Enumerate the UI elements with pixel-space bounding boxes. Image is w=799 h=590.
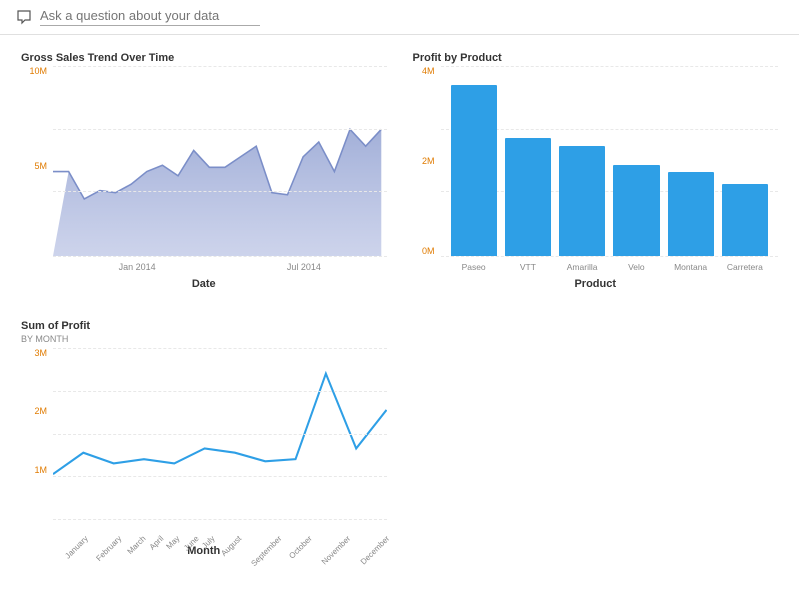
- chat-icon: [16, 9, 32, 25]
- grid-line-mid1: [53, 129, 387, 130]
- line-grid-q1: [53, 391, 387, 392]
- bar-x-axis: Paseo VTT Amarilla Velo Montana Carreter…: [441, 258, 779, 276]
- bar-grid-bottom: [441, 256, 779, 257]
- gross-sales-title: Gross Sales Trend Over Time: [21, 52, 387, 64]
- bar-label-velo: Velo: [613, 262, 659, 272]
- bar-label-amarilla: Amarilla: [559, 262, 605, 272]
- grid-line-mid2: [53, 191, 387, 192]
- line-grid-top: [53, 348, 387, 349]
- bar-y-0m: 0M: [413, 246, 435, 256]
- line-chart-container: 3M 2M 1M January February March: [21, 348, 387, 543]
- bar-chart-container: 4M 2M 0M: [413, 66, 779, 276]
- bar-montana-rect: [668, 172, 714, 256]
- gross-sales-y-axis: 10M 5M: [21, 66, 49, 256]
- line-y-1m: 1M: [21, 465, 47, 475]
- bar-vtt: [505, 66, 551, 256]
- top-bar: [0, 0, 799, 35]
- y-label-10m: 10M: [21, 66, 47, 76]
- bar-y-4m: 4M: [413, 66, 435, 76]
- line-y-3m: 3M: [21, 348, 47, 358]
- line-chart-area: [53, 348, 387, 519]
- bar-velo: [613, 66, 659, 256]
- bar-paseo: [451, 66, 497, 256]
- bar-montana: [668, 66, 714, 256]
- area-chart-container: 10M 5M: [21, 66, 387, 276]
- sum-of-profit-subtitle: BY MONTH: [21, 334, 387, 344]
- profit-by-product-title: Profit by Product: [413, 52, 779, 64]
- bar-velo-rect: [613, 165, 659, 256]
- grid-line-top: [53, 66, 387, 67]
- line-grid-mid: [53, 434, 387, 435]
- bar-area: [441, 66, 779, 256]
- bar-amarilla-rect: [559, 146, 605, 256]
- bar-label-vtt: VTT: [505, 262, 551, 272]
- gross-sales-x-axis: Jan 2014 Jul 2014: [53, 258, 387, 276]
- bar-label-paseo: Paseo: [451, 262, 497, 272]
- sum-of-profit-chart: Sum of Profit BY MONTH 3M 2M 1M: [8, 311, 400, 579]
- line-y-axis: 3M 2M 1M: [21, 348, 49, 523]
- gross-sales-x-label: Date: [21, 278, 387, 290]
- area-svg: [53, 66, 387, 256]
- bar-vtt-rect: [505, 138, 551, 256]
- ask-question-input[interactable]: [40, 8, 260, 26]
- bar-carretera-rect: [722, 184, 768, 256]
- gross-sales-area: [53, 66, 387, 256]
- profit-by-product-chart: Profit by Product 4M 2M 0M: [400, 43, 792, 311]
- area-fill: [53, 129, 381, 256]
- line-grid-q3: [53, 476, 387, 477]
- y-label-5m: 5M: [21, 161, 47, 171]
- month-labels: January February March April May June Ju…: [53, 519, 387, 543]
- bar-paseo-rect: [451, 85, 497, 256]
- profit-line: [53, 374, 387, 474]
- line-y-2m: 2M: [21, 406, 47, 416]
- x-label-jan2014: Jan 2014: [119, 262, 156, 272]
- empty-cell: [400, 311, 792, 579]
- bar-carretera: [722, 66, 768, 256]
- grid-line-bottom: [53, 256, 387, 257]
- bar-label-carretera: Carretera: [722, 262, 768, 272]
- profit-by-product-x-label: Product: [413, 278, 779, 290]
- charts-grid: Gross Sales Trend Over Time 10M 5M: [0, 35, 799, 587]
- bar-y-2m: 2M: [413, 156, 435, 166]
- bar-y-axis: 4M 2M 0M: [413, 66, 437, 256]
- bar-amarilla: [559, 66, 605, 256]
- sum-of-profit-title: Sum of Profit: [21, 320, 387, 332]
- bar-label-montana: Montana: [668, 262, 714, 272]
- gross-sales-chart: Gross Sales Trend Over Time 10M 5M: [8, 43, 400, 311]
- x-label-jul2014: Jul 2014: [287, 262, 321, 272]
